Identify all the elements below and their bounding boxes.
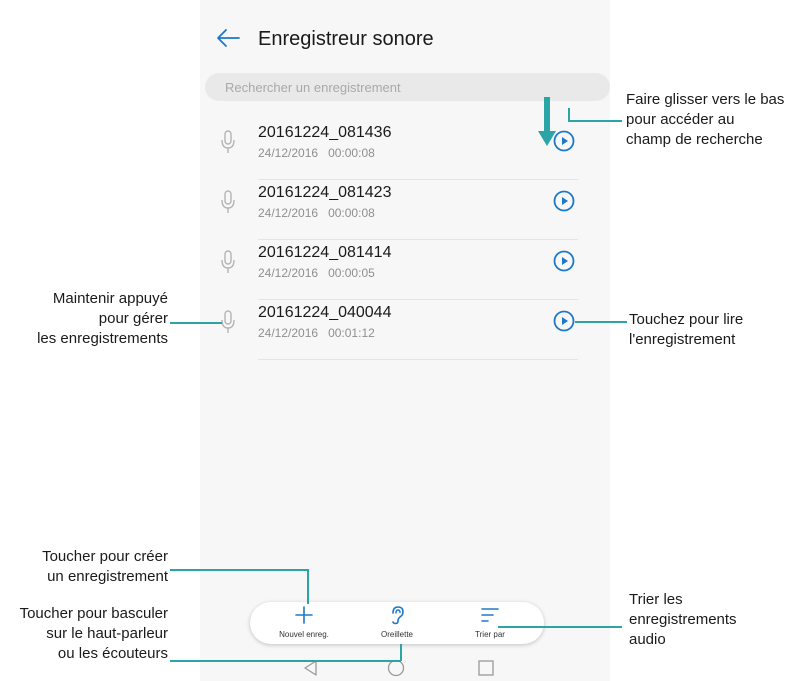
sort-button[interactable]: Trier par	[450, 602, 530, 644]
recording-meta: 24/12/2016 00:01:12	[258, 326, 375, 340]
callout-create: Toucher pour créer un enregistrement	[42, 547, 168, 587]
bottom-action-bar: Nouvel enreg. Oreillette Trier par	[250, 602, 544, 644]
play-icon[interactable]	[553, 250, 575, 272]
leader-line	[400, 644, 402, 661]
recording-meta: 24/12/2016 00:00:05	[258, 266, 375, 280]
arrow-left-icon[interactable]	[214, 26, 242, 50]
plus-icon	[295, 606, 313, 624]
app-bar: Enregistreur sonore	[200, 0, 610, 72]
leader-line	[170, 569, 308, 571]
leader-line	[498, 626, 622, 628]
callout-line: pour accéder au	[626, 111, 735, 128]
recording-duration: 00:00:08	[328, 146, 375, 160]
callout-toggle-audio: Toucher pour basculer sur le haut-parleu…	[20, 604, 168, 664]
play-icon[interactable]	[553, 310, 575, 332]
callout-line: Maintenir appuyé	[52, 290, 168, 307]
microphone-icon	[221, 130, 235, 153]
new-recording-button[interactable]: Nouvel enreg.	[264, 602, 344, 644]
leader-line	[170, 322, 222, 324]
recording-meta: 24/12/2016 00:00:08	[258, 146, 375, 160]
recording-date: 24/12/2016	[258, 326, 319, 340]
recording-item[interactable]: 20161224_081414 24/12/2016 00:00:05	[200, 240, 610, 300]
recording-name: 20161224_081423	[258, 184, 392, 201]
callout-long-press: Maintenir appuyé pour gérer les enregist…	[37, 289, 168, 349]
callout-line: sur le haut-parleur	[46, 625, 168, 642]
recording-date: 24/12/2016	[258, 206, 319, 220]
callout-line: pour gérer	[98, 310, 168, 327]
home-circle-icon[interactable]	[387, 659, 405, 677]
recording-duration: 00:00:05	[328, 266, 375, 280]
system-nav-bar	[200, 655, 610, 681]
back-triangle-icon[interactable]	[302, 659, 320, 677]
search-placeholder: Rechercher un enregistrement	[225, 80, 401, 95]
microphone-icon	[221, 250, 235, 273]
swipe-down-arrow-icon	[538, 97, 556, 146]
callout-line: Touchez pour lire	[629, 311, 744, 328]
recording-meta: 24/12/2016 00:00:08	[258, 206, 375, 220]
recording-item[interactable]: 20161224_040044 24/12/2016 00:01:12	[200, 300, 610, 360]
play-icon[interactable]	[553, 190, 575, 212]
callout-sort: Trier les enregistrements audio	[629, 590, 737, 650]
leader-line	[307, 569, 309, 604]
callout-swipe-down: Faire glisser vers le bas pour accéder a…	[626, 90, 784, 150]
sort-label: Trier par	[475, 630, 505, 639]
callout-line: audio	[629, 631, 666, 648]
microphone-icon	[221, 310, 235, 333]
recording-duration: 00:00:08	[328, 206, 375, 220]
earpiece-button[interactable]: Oreillette	[357, 602, 437, 644]
callout-tap-play: Touchez pour lire l'enregistrement	[629, 310, 743, 350]
recording-duration: 00:01:12	[328, 326, 375, 340]
leader-line	[568, 108, 570, 121]
callout-line: un enregistrement	[47, 568, 168, 585]
earpiece-label: Oreillette	[380, 630, 413, 639]
new-recording-label: Nouvel enreg.	[279, 630, 329, 639]
callout-line: Trier les	[629, 591, 683, 608]
recording-item[interactable]: 20161224_081423 24/12/2016 00:00:08	[200, 180, 610, 240]
callout-line: Toucher pour basculer	[19, 605, 168, 622]
leader-line	[568, 120, 622, 122]
callout-line: Toucher pour créer	[42, 548, 168, 565]
row-divider	[258, 359, 578, 360]
phone-screen: Enregistreur sonore Rechercher un enregi…	[200, 0, 610, 681]
microphone-icon	[221, 190, 235, 213]
recording-name: 20161224_040044	[258, 304, 392, 321]
leader-line	[170, 660, 401, 662]
recording-date: 24/12/2016	[258, 266, 319, 280]
leader-line	[575, 321, 627, 323]
recording-date: 24/12/2016	[258, 146, 319, 160]
callout-line: l'enregistrement	[629, 331, 736, 348]
callout-line: enregistrements	[629, 611, 737, 628]
callout-line: les enregistrements	[37, 330, 168, 347]
recording-name: 20161224_081414	[258, 244, 392, 261]
recents-square-icon[interactable]	[477, 659, 495, 677]
sort-icon	[481, 608, 499, 622]
ear-icon	[392, 606, 404, 625]
page-title: Enregistreur sonore	[258, 28, 434, 50]
callout-line: champ de recherche	[626, 131, 763, 148]
callout-line: Faire glisser vers le bas	[626, 91, 785, 108]
recording-name: 20161224_081436	[258, 124, 392, 141]
callout-line: ou les écouteurs	[57, 645, 168, 662]
